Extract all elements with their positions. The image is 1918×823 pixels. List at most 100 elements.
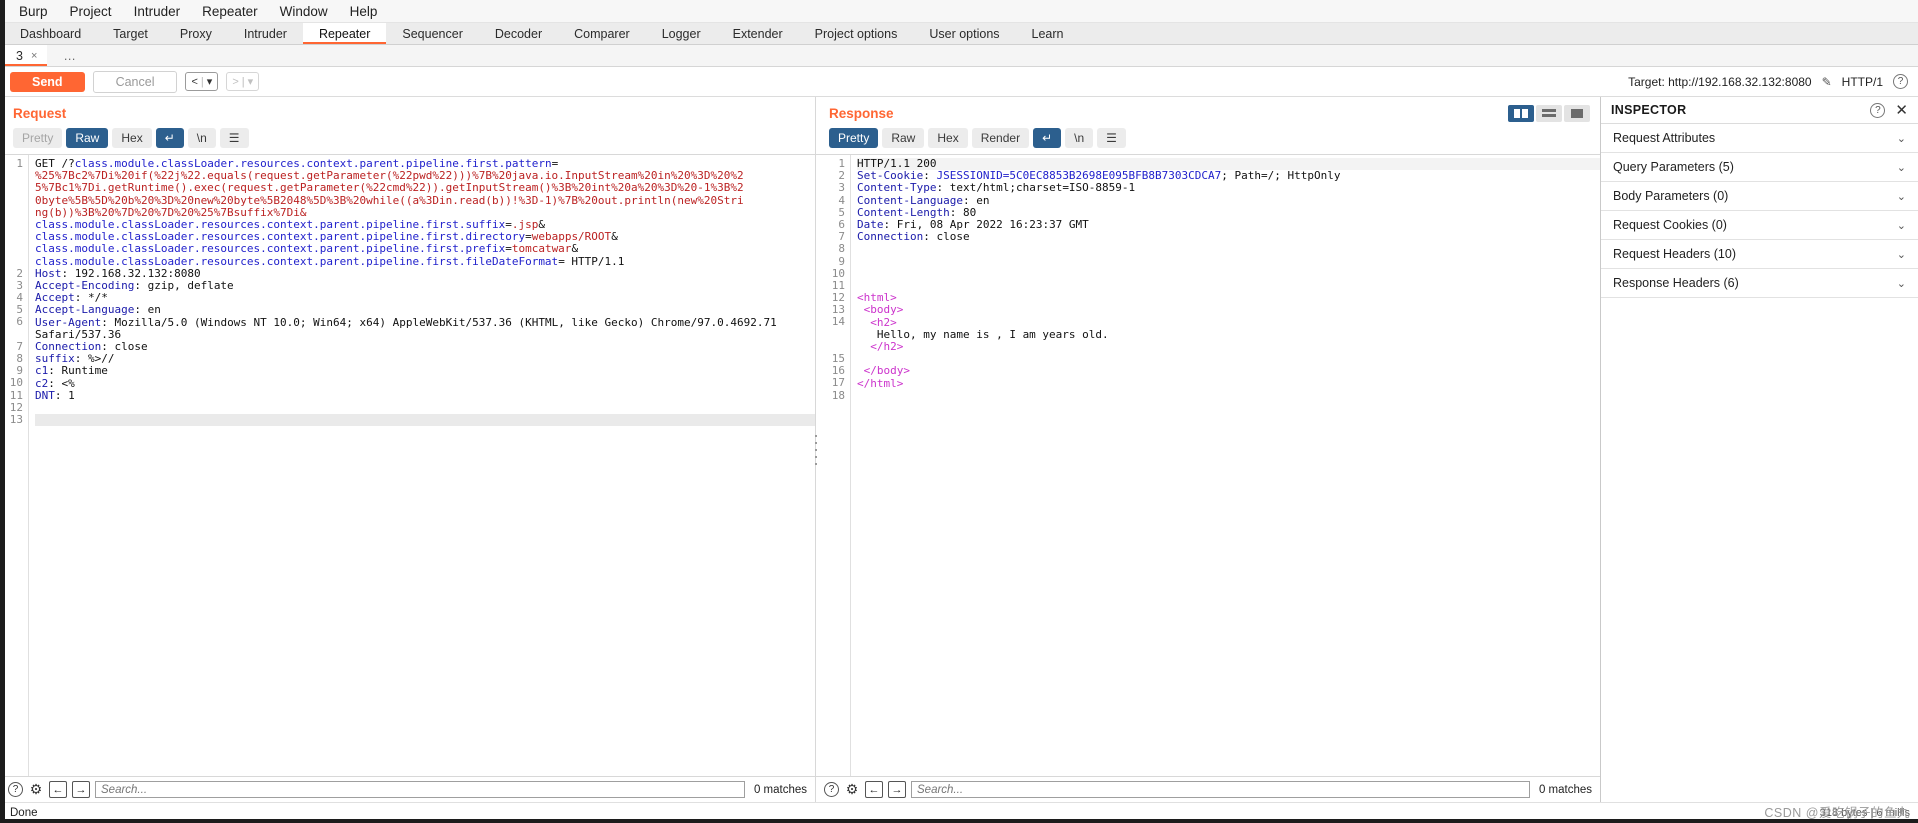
search-prev-icon[interactable]: ← — [49, 781, 67, 798]
send-button[interactable]: Send — [10, 71, 85, 92]
response-search-input[interactable] — [911, 781, 1530, 798]
response-code[interactable]: HTTP/1.1 200 Set-Cookie: JSESSIONID=5C0EC… — [850, 155, 1600, 776]
request-menu-icon[interactable]: ☰ — [219, 128, 249, 148]
show-newlines-icon[interactable]: \n — [1065, 128, 1094, 148]
menu-bar: Burp Project Intruder Repeater Window He… — [0, 0, 1918, 23]
repeater-tab-more[interactable]: … — [47, 45, 92, 66]
section-label: Request Headers (10) — [1613, 247, 1736, 261]
request-search-input[interactable] — [95, 781, 745, 798]
line-number: 14 — [831, 315, 845, 329]
request-format-raw[interactable]: Raw — [66, 128, 109, 148]
inspector-section-request-headers[interactable]: Request Headers (10) ⌄ — [1601, 240, 1918, 269]
response-menu-icon[interactable]: ☰ — [1097, 128, 1126, 148]
menu-item-intruder[interactable]: Intruder — [123, 2, 192, 21]
menu-item-window[interactable]: Window — [269, 2, 339, 21]
chevron-down-icon[interactable]: ⌄ — [1897, 248, 1906, 261]
gear-icon[interactable]: ⚙ — [28, 781, 44, 798]
line-number: 9 — [838, 254, 845, 268]
inspector-panel: INSPECTOR ? ✕ Request Attributes ⌄ Query… — [1600, 97, 1918, 802]
back-arrow-icon: < — [191, 75, 198, 88]
chevron-down-icon[interactable]: ▾ — [248, 75, 254, 88]
chevron-down-icon[interactable]: ▾ — [207, 75, 213, 88]
chevron-down-icon[interactable]: ⌄ — [1897, 190, 1906, 203]
request-match-count: 0 matches — [753, 783, 807, 796]
help-icon[interactable]: ? — [8, 782, 23, 797]
word-wrap-icon[interactable]: ↵ — [1033, 128, 1062, 148]
line-number — [816, 329, 845, 341]
show-newlines-icon[interactable]: \n — [187, 128, 216, 148]
request-code[interactable]: GET /?class.module.classLoader.resources… — [28, 155, 815, 776]
response-title: Response — [829, 106, 894, 121]
window-bottom-edge — [0, 819, 1918, 823]
code-line: Safari/537.36 — [35, 327, 122, 341]
code-line: Hello, my name is , I am years old. — [857, 327, 1109, 341]
help-icon[interactable]: ? — [1893, 74, 1908, 89]
inspector-empty-area — [1601, 298, 1918, 802]
help-icon[interactable]: ? — [824, 782, 839, 797]
request-format-hex[interactable]: Hex — [112, 128, 152, 148]
help-icon[interactable]: ? — [1870, 102, 1886, 118]
inspector-section-response-headers[interactable]: Response Headers (6) ⌄ — [1601, 269, 1918, 298]
chevron-down-icon[interactable]: ⌄ — [1897, 132, 1906, 145]
layout-single-pane-icon[interactable] — [1564, 105, 1590, 122]
code-line: DNT: 1 — [35, 388, 75, 402]
response-editor[interactable]: 1 2 3 4 5 6 7 8 9 10 11 12 13 14 15 16 17 18 HTTP/1.1 20… — [816, 154, 1600, 776]
word-wrap-icon[interactable]: ↵ — [155, 128, 184, 148]
response-format-hex[interactable]: Hex — [928, 128, 968, 148]
code-line: c2: <% — [35, 376, 75, 390]
tab-repeater[interactable]: Repeater — [302, 23, 387, 44]
chevron-down-icon[interactable]: ⌄ — [1897, 161, 1906, 174]
tab-decoder[interactable]: Decoder — [478, 23, 559, 44]
tab-extender[interactable]: Extender — [716, 23, 799, 44]
code-line: User-Agent: Mozilla/5.0 (Windows NT 10.0… — [35, 315, 777, 329]
line-number: 17 — [831, 376, 845, 390]
toolbar-right-group: Target: http://192.168.32.132:8080 ✎ HTT… — [1628, 74, 1908, 89]
chevron-down-icon[interactable]: ⌄ — [1897, 277, 1906, 290]
pane-splitter[interactable] — [815, 434, 818, 465]
layout-vertical-split-icon[interactable] — [1508, 105, 1534, 122]
close-icon[interactable]: × — [31, 50, 37, 62]
menu-item-project[interactable]: Project — [59, 2, 123, 21]
inspector-section-request-attributes[interactable]: Request Attributes ⌄ — [1601, 124, 1918, 153]
code-line: Connection: close — [35, 340, 148, 354]
request-pane-header: Request — [0, 97, 815, 128]
inspector-section-body-parameters[interactable]: Body Parameters (0) ⌄ — [1601, 182, 1918, 211]
edit-icon[interactable]: ✎ — [1822, 75, 1832, 89]
tab-learn[interactable]: Learn — [1015, 23, 1080, 44]
inspector-section-query-parameters[interactable]: Query Parameters (5) ⌄ — [1601, 153, 1918, 182]
request-format-pretty[interactable]: Pretty — [13, 128, 63, 148]
chevron-down-icon[interactable]: ⌄ — [1897, 219, 1906, 232]
history-forward-button[interactable]: > | ▾ — [226, 72, 260, 91]
search-prev-icon[interactable]: ← — [865, 781, 883, 798]
response-format-render[interactable]: Render — [971, 128, 1030, 148]
inspector-section-request-cookies[interactable]: Request Cookies (0) ⌄ — [1601, 211, 1918, 240]
menu-item-repeater[interactable]: Repeater — [191, 2, 269, 21]
tab-target[interactable]: Target — [97, 23, 164, 44]
request-editor[interactable]: 1 23456 7 8 9 10 11 12 13 GET /?class.module.c… — [0, 154, 815, 776]
repeater-tab-3[interactable]: 3 × — [4, 45, 48, 66]
response-format-pretty[interactable]: Pretty — [829, 128, 879, 148]
tab-proxy[interactable]: Proxy — [163, 23, 228, 44]
search-next-icon[interactable]: → — [888, 781, 906, 798]
gear-icon[interactable]: ⚙ — [844, 781, 860, 798]
tab-intruder[interactable]: Intruder — [227, 23, 303, 44]
close-icon[interactable]: ✕ — [1895, 103, 1908, 118]
menu-item-burp[interactable]: Burp — [8, 2, 59, 21]
code-line: <body> — [857, 303, 904, 317]
search-next-icon[interactable]: → — [72, 781, 90, 798]
tab-comparer[interactable]: Comparer — [558, 23, 646, 44]
code-line: Connection: close — [857, 230, 970, 244]
http-version-label[interactable]: HTTP/1 — [1842, 75, 1883, 89]
tab-user-options[interactable]: User options — [913, 23, 1016, 44]
code-line: </html> — [857, 376, 904, 390]
cancel-button[interactable]: Cancel — [92, 70, 178, 93]
divider: | — [200, 75, 204, 88]
history-back-button[interactable]: < | ▾ — [185, 72, 219, 91]
tab-project-options[interactable]: Project options — [798, 23, 914, 44]
response-format-raw[interactable]: Raw — [882, 128, 925, 148]
tab-logger[interactable]: Logger — [645, 23, 717, 44]
menu-item-help[interactable]: Help — [339, 2, 389, 21]
layout-horizontal-split-icon[interactable] — [1536, 105, 1562, 122]
tab-dashboard[interactable]: Dashboard — [4, 23, 98, 44]
tab-sequencer[interactable]: Sequencer — [386, 23, 479, 44]
